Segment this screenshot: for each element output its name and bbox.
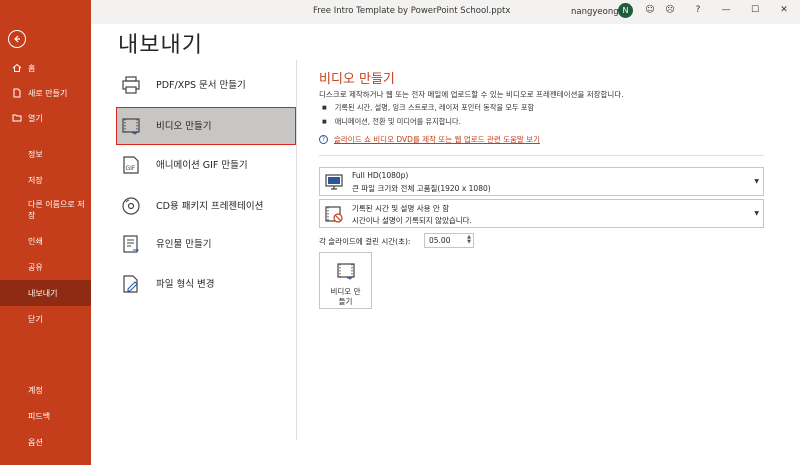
pdf-document-icon bbox=[120, 74, 142, 96]
spinner-arrows-icon[interactable]: ▲ ▼ bbox=[467, 235, 471, 245]
sidebar-item-label: 홈 bbox=[28, 63, 36, 73]
avatar[interactable]: N bbox=[618, 3, 633, 18]
seconds-per-slide-label: 각 슬라이드에 걸린 시간(초): bbox=[319, 237, 411, 246]
new-file-icon bbox=[12, 88, 22, 98]
divider bbox=[319, 155, 764, 156]
sidebar-item-label: 계정 bbox=[28, 385, 43, 395]
no-narration-icon bbox=[324, 204, 344, 224]
chevron-down-icon: ▼ bbox=[754, 210, 759, 217]
svg-text:GIF: GIF bbox=[126, 165, 136, 172]
export-option-label: 애니메이션 GIF 만들기 bbox=[156, 159, 248, 171]
quality-value: Full HD(1080p) bbox=[352, 171, 409, 180]
sidebar-item-label: 피드백 bbox=[28, 411, 51, 421]
sidebar-item-open[interactable]: 열기 bbox=[0, 107, 91, 129]
create-video-label: 비디오 만들기 bbox=[330, 287, 361, 306]
sidebar-item-options[interactable]: 옵션 bbox=[0, 431, 91, 453]
sidebar-item-home[interactable]: 홈 bbox=[0, 57, 91, 79]
change-file-type-icon bbox=[120, 273, 142, 295]
sidebar-item-save-as[interactable]: 다른 이름으로 저장 bbox=[0, 196, 91, 224]
close-icon[interactable]: ✕ bbox=[777, 3, 791, 17]
video-quality-dropdown[interactable]: Full HD(1080p) 큰 파일 크기와 전체 고품질(1920 x 10… bbox=[319, 167, 764, 196]
video-icon bbox=[120, 115, 142, 137]
backstage-sidebar: 홈 새로 만들기 열기 정보 저장 다른 이름으로 저장 인쇄 공유 내보내기 … bbox=[0, 0, 91, 465]
back-arrow-icon[interactable] bbox=[8, 30, 26, 48]
cd-icon bbox=[120, 195, 142, 217]
sidebar-item-label: 저장 bbox=[28, 175, 43, 185]
quality-description: 큰 파일 크기와 전체 고품질(1920 x 1080) bbox=[352, 184, 491, 193]
sidebar-item-label: 열기 bbox=[28, 113, 43, 123]
sidebar-item-label: 다른 이름으로 저장 bbox=[28, 200, 85, 220]
page-title: 내보내기 bbox=[118, 33, 203, 58]
sidebar-item-label: 닫기 bbox=[28, 314, 43, 324]
sidebar-item-label: 새로 만들기 bbox=[28, 88, 68, 98]
help-link[interactable]: ? 슬라이드 쇼 비디오 DVD를 제작 또는 웹 업로드 관련 도움말 보기 bbox=[319, 134, 540, 145]
sidebar-item-new[interactable]: 새로 만들기 bbox=[0, 82, 91, 104]
create-video-button[interactable]: 비디오 만들기 bbox=[319, 252, 372, 309]
handout-icon bbox=[120, 233, 142, 255]
maximize-icon[interactable]: ☐ bbox=[748, 3, 762, 17]
home-icon bbox=[12, 63, 22, 73]
question-icon: ? bbox=[319, 135, 328, 144]
sidebar-item-label: 정보 bbox=[28, 149, 43, 159]
sidebar-item-export[interactable]: 내보내기 bbox=[0, 280, 91, 306]
monitor-icon bbox=[324, 172, 344, 192]
sidebar-item-feedback[interactable]: 피드백 bbox=[0, 405, 91, 427]
seconds-per-slide-input[interactable]: 05.00 ▲ ▼ bbox=[424, 233, 474, 248]
feature-bullet: 기록된 시간, 설명, 잉크 스트로크, 레이저 포인터 동작을 모두 포함 bbox=[322, 103, 534, 113]
section-title: 비디오 만들기 bbox=[319, 72, 395, 87]
export-option-label: 유인물 만들기 bbox=[156, 238, 212, 250]
frown-icon[interactable]: ☹ bbox=[663, 3, 677, 17]
help-link-text: 슬라이드 쇼 비디오 DVD를 제작 또는 웹 업로드 관련 도움말 보기 bbox=[334, 135, 540, 144]
sidebar-item-account[interactable]: 계정 bbox=[0, 379, 91, 401]
title-bar: Free Intro Template by PowerPoint School… bbox=[91, 0, 800, 24]
sidebar-item-label: 내보내기 bbox=[28, 288, 58, 298]
video-icon bbox=[335, 260, 357, 282]
sidebar-item-label: 옵션 bbox=[28, 437, 43, 447]
export-option-video[interactable]: 비디오 만들기 bbox=[116, 107, 296, 145]
sidebar-item-label: 인쇄 bbox=[28, 236, 43, 246]
export-option-label: CD용 패키지 프레젠테이션 bbox=[156, 200, 264, 212]
document-title: Free Intro Template by PowerPoint School… bbox=[313, 6, 511, 16]
gif-icon: GIF bbox=[120, 154, 142, 176]
export-option-change-file-type[interactable]: 파일 형식 변경 bbox=[116, 265, 296, 303]
panel-divider bbox=[296, 60, 297, 440]
section-description: 디스크로 제작하거나 웹 또는 전자 메일에 업로드할 수 있는 비디오로 프레… bbox=[319, 90, 624, 99]
export-option-label: 파일 형식 변경 bbox=[156, 278, 215, 290]
export-option-cd-package[interactable]: CD용 패키지 프레젠테이션 bbox=[116, 184, 296, 228]
user-name[interactable]: nangyeong bbox=[571, 7, 619, 17]
folder-open-icon bbox=[12, 113, 22, 123]
seconds-per-slide-value: 05.00 bbox=[429, 236, 451, 245]
export-option-handouts[interactable]: 유인물 만들기 bbox=[116, 225, 296, 263]
narration-description: 시간이나 설명이 기록되지 않았습니다. bbox=[352, 216, 472, 225]
export-option-pdf[interactable]: PDF/XPS 문서 만들기 bbox=[116, 66, 296, 104]
feature-bullet: 애니메이션, 전환 및 미디어를 유지합니다. bbox=[322, 117, 461, 127]
help-icon[interactable]: ? bbox=[691, 3, 705, 17]
sidebar-item-save[interactable]: 저장 bbox=[0, 169, 91, 191]
minimize-icon[interactable]: — bbox=[719, 3, 733, 17]
export-option-gif[interactable]: GIF 애니메이션 GIF 만들기 bbox=[116, 146, 296, 184]
smile-icon[interactable]: ☺ bbox=[643, 3, 657, 17]
sidebar-item-info[interactable]: 정보 bbox=[0, 143, 91, 165]
export-option-label: 비디오 만들기 bbox=[156, 120, 212, 132]
sidebar-item-label: 공유 bbox=[28, 262, 43, 272]
narration-timing-dropdown[interactable]: 기록된 시간 및 설명 사용 안 함 시간이나 설명이 기록되지 않았습니다. … bbox=[319, 199, 764, 228]
sidebar-item-close[interactable]: 닫기 bbox=[0, 308, 91, 330]
sidebar-item-share[interactable]: 공유 bbox=[0, 256, 91, 278]
export-option-label: PDF/XPS 문서 만들기 bbox=[156, 79, 246, 91]
chevron-down-icon: ▼ bbox=[754, 178, 759, 185]
sidebar-item-print[interactable]: 인쇄 bbox=[0, 230, 91, 252]
narration-value: 기록된 시간 및 설명 사용 안 함 bbox=[352, 204, 450, 213]
